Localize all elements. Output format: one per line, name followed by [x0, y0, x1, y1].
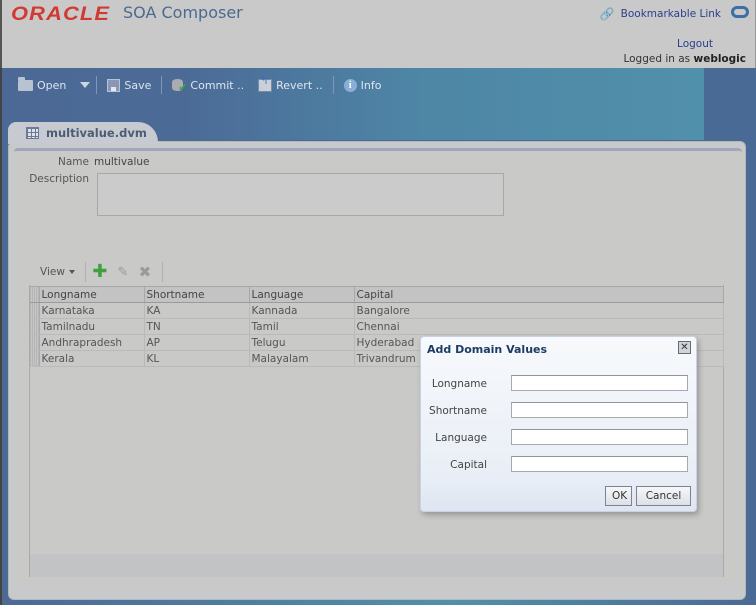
logged-in-prefix: Logged in as: [623, 53, 691, 65]
toolbar-separator: [332, 76, 334, 94]
column-header-capital[interactable]: Capital: [354, 286, 724, 303]
toolbar-separator: [96, 76, 98, 94]
table-toolbar: View ✚ ✎ ✖: [34, 262, 163, 282]
cell-longname: Kerala: [39, 350, 145, 367]
save-button[interactable]: Save: [103, 78, 155, 92]
column-header-shortname[interactable]: Shortname: [144, 286, 250, 303]
view-label: View: [40, 266, 65, 278]
row-header[interactable]: [30, 350, 40, 367]
revert-button[interactable]: Revert ..: [254, 76, 327, 92]
longname-input[interactable]: [511, 375, 688, 391]
logged-in-status: Logged in as weblogic: [623, 53, 746, 65]
column-header-longname[interactable]: Longname: [39, 286, 145, 303]
cell-longname: Andhrapradesh: [39, 334, 145, 351]
shortname-input[interactable]: [511, 402, 688, 418]
cell-language: Malayalam: [249, 350, 355, 367]
cell-longname: Karnataka: [39, 302, 145, 319]
edit-pencil-icon[interactable]: ✎: [114, 265, 132, 280]
open-label: Open: [37, 78, 67, 92]
capital-row: Capital: [421, 456, 696, 474]
cell-shortname: KA: [144, 302, 250, 319]
row-header-corner: [30, 286, 40, 303]
language-row: Language: [421, 429, 696, 447]
view-menu-button[interactable]: View: [34, 266, 81, 278]
name-label: Name: [58, 156, 89, 168]
username: weblogic: [693, 53, 747, 65]
info-label: Info: [360, 78, 382, 92]
longname-row: Longname: [421, 375, 696, 393]
cell-shortname: TN: [144, 318, 250, 335]
cell-shortname: AP: [144, 334, 250, 351]
folder-icon: [18, 76, 33, 91]
commit-database-check-icon: ✔: [172, 78, 187, 94]
capital-input[interactable]: [511, 456, 688, 472]
row-header[interactable]: [30, 302, 40, 319]
cell-longname: Tamilnadu: [39, 318, 145, 335]
cell-capital: Bangalore: [354, 302, 724, 319]
bookmarkable-link[interactable]: 🔗 Bookmarkable Link: [600, 7, 721, 21]
dialog-title: Add Domain Values: [427, 343, 548, 356]
table-row[interactable]: Tamilnadu TN Tamil Chennai: [30, 318, 724, 335]
oracle-o-icon: [731, 6, 749, 18]
column-header-language[interactable]: Language: [249, 286, 355, 303]
cell-capital: Chennai: [354, 318, 724, 335]
info-icon: i: [343, 78, 357, 92]
shortname-row: Shortname: [421, 402, 696, 420]
capital-label: Capital: [450, 459, 487, 471]
name-value: multivalue: [94, 156, 150, 168]
commit-button[interactable]: ✔ Commit ..: [168, 78, 248, 94]
table-row[interactable]: Karnataka KA Kannada Bangalore: [30, 302, 724, 319]
oracle-logo: ORACLE: [11, 4, 111, 25]
close-icon[interactable]: ✕: [678, 341, 691, 354]
toolbar-separator: [161, 76, 163, 94]
add-row-plus-icon[interactable]: ✚: [92, 263, 108, 281]
app-title: SOA Composer: [123, 3, 243, 22]
info-button[interactable]: i Info: [340, 78, 386, 92]
language-label: Language: [435, 432, 487, 444]
description-label: Description: [29, 173, 89, 185]
main-toolbar: Open Save ✔ Commit .. Revert .. i Info: [14, 75, 385, 95]
bookmarkable-link-label: Bookmarkable Link: [620, 8, 721, 20]
row-header[interactable]: [30, 334, 40, 351]
open-button[interactable]: Open: [14, 76, 70, 92]
tab-multivalue-dvm[interactable]: multivalue.dvm: [8, 122, 158, 144]
cancel-button[interactable]: Cancel: [636, 486, 691, 506]
description-field[interactable]: [97, 173, 504, 216]
tab-label: multivalue.dvm: [46, 126, 147, 140]
add-domain-values-dialog: Add Domain Values ✕ Longname Shortname L…: [420, 336, 697, 512]
cell-language: Kannada: [249, 302, 355, 319]
table-footer: [30, 554, 723, 577]
save-label: Save: [124, 78, 152, 92]
link-chain-icon: 🔗: [599, 7, 615, 21]
logout-link[interactable]: Logout: [677, 38, 713, 50]
cell-language: Tamil: [249, 318, 355, 335]
longname-label: Longname: [431, 378, 487, 390]
app-header: ORACLE SOA Composer 🔗 Bookmarkable Link …: [0, 0, 756, 68]
shortname-label: Shortname: [429, 405, 487, 417]
open-dropdown-icon[interactable]: [80, 82, 91, 88]
toolbar-separator: [84, 262, 86, 282]
view-dropdown-icon: [68, 270, 75, 274]
delete-x-icon[interactable]: ✖: [136, 263, 154, 281]
save-disk-icon: [107, 78, 121, 92]
cell-shortname: KL: [144, 350, 250, 367]
language-input[interactable]: [511, 429, 688, 445]
revert-label: Revert ..: [276, 78, 323, 92]
table-header-row: Longname Shortname Language Capital: [30, 286, 724, 303]
row-header[interactable]: [30, 318, 40, 335]
cell-language: Telugu: [249, 334, 355, 351]
dvm-table-icon: [26, 127, 39, 139]
ok-button[interactable]: OK: [605, 486, 632, 506]
toolbar-separator: [161, 262, 163, 282]
revert-icon: [258, 76, 273, 92]
commit-label: Commit ..: [190, 78, 245, 92]
